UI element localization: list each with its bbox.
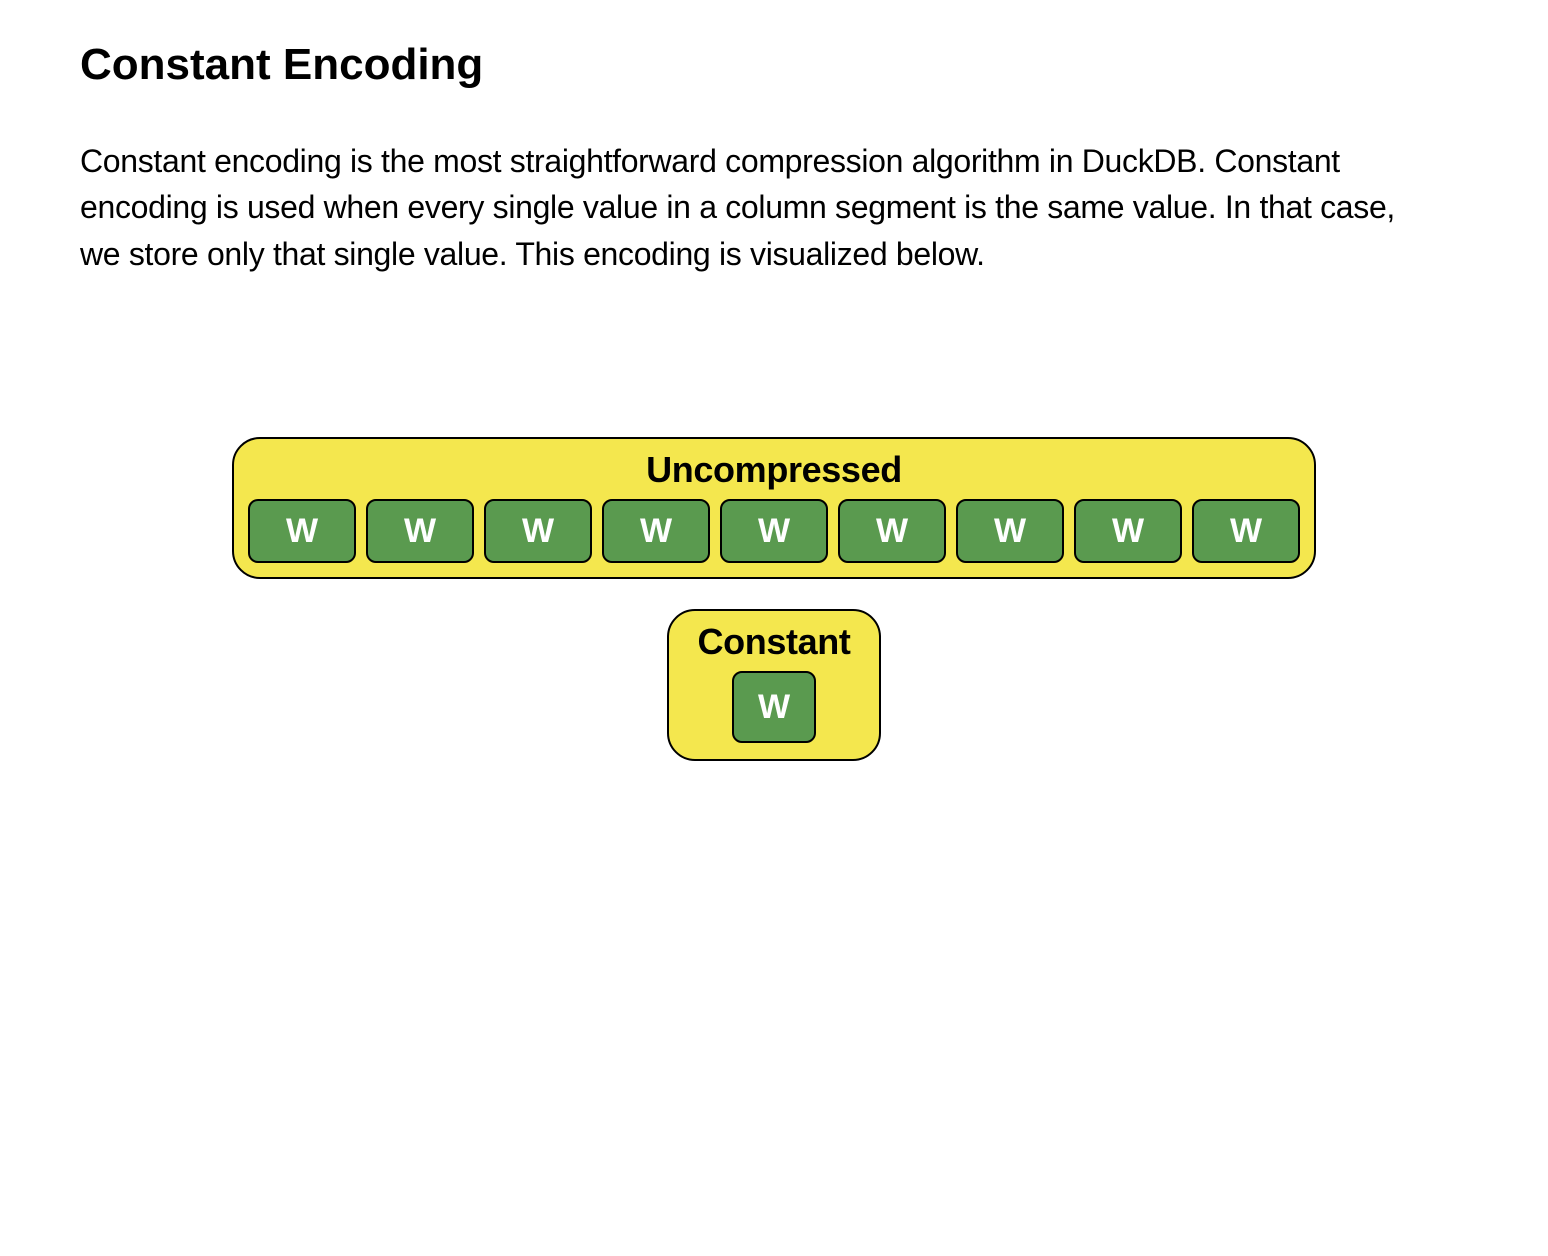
uncompressed-cell: W	[1192, 499, 1300, 563]
page-heading: Constant Encoding	[80, 40, 1468, 90]
constant-cell: W	[732, 671, 816, 743]
uncompressed-cell: W	[366, 499, 474, 563]
uncompressed-cell: W	[484, 499, 592, 563]
constant-label: Constant	[697, 621, 850, 663]
uncompressed-cell: W	[956, 499, 1064, 563]
uncompressed-cells: W W W W W W W W W	[248, 499, 1300, 563]
intro-paragraph: Constant encoding is the most straightfo…	[80, 138, 1430, 277]
uncompressed-cell: W	[720, 499, 828, 563]
uncompressed-label: Uncompressed	[646, 449, 902, 491]
encoding-diagram: Uncompressed W W W W W W W W W Constant …	[80, 437, 1468, 761]
constant-cells: W	[732, 671, 816, 743]
uncompressed-cell: W	[838, 499, 946, 563]
constant-box: Constant W	[667, 609, 880, 761]
uncompressed-cell: W	[1074, 499, 1182, 563]
uncompressed-cell: W	[248, 499, 356, 563]
uncompressed-box: Uncompressed W W W W W W W W W	[232, 437, 1316, 579]
uncompressed-cell: W	[602, 499, 710, 563]
